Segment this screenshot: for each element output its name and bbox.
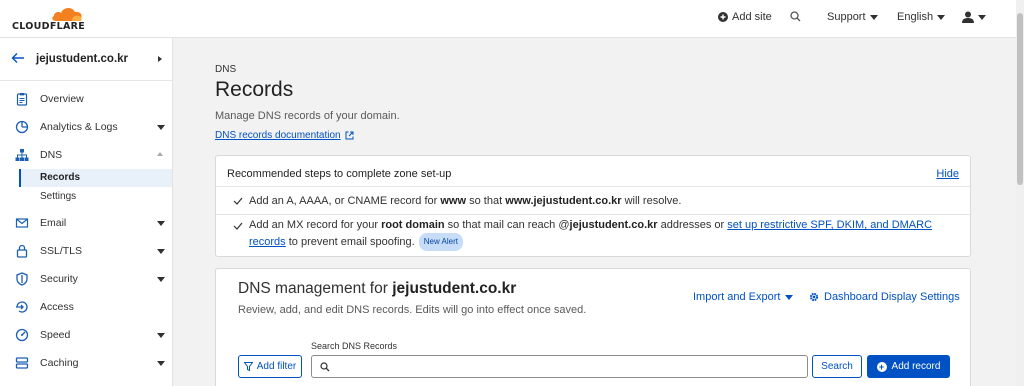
scrollbar-thumb[interactable]: [1017, 13, 1023, 185]
chevron-down-icon: [785, 294, 794, 300]
support-menu[interactable]: Support: [827, 11, 878, 23]
sidebar-item-label: Speed: [40, 329, 71, 341]
user-icon: [962, 11, 974, 23]
user-menu[interactable]: [962, 11, 986, 23]
sidebar: jejustudent.co.kr Overview Analytics & L…: [0, 38, 173, 386]
shield-icon: [16, 272, 28, 286]
breadcrumb: DNS: [215, 64, 237, 75]
sidebar-item-label: DNS: [40, 149, 63, 161]
logo-text: CLOUDFLARE: [12, 21, 86, 32]
chevron-down-icon: [937, 14, 946, 20]
speed-icon: [15, 328, 29, 342]
setup-step-mx: Add an MX record for your root domain so…: [216, 215, 970, 257]
setup-step-www: Add an A, AAAA, or CNAME record for www …: [216, 186, 970, 215]
sidebar-item-label: Caching: [40, 357, 79, 369]
sidebar-item-dns[interactable]: DNS: [0, 142, 172, 168]
add-filter-label: Add filter: [256, 361, 297, 372]
sidebar-item-ssl[interactable]: SSL/TLS: [0, 238, 172, 264]
top-bar: CLOUDFLARE Add site Support English: [0, 0, 1016, 38]
add-site-button[interactable]: Add site: [718, 11, 772, 23]
chevron-right-icon[interactable]: [158, 56, 162, 62]
hide-steps-link[interactable]: Hide: [936, 168, 959, 180]
dns-management-title: DNS management for jejustudent.co.kr: [238, 280, 517, 297]
sidebar-subitem-settings[interactable]: Settings: [19, 188, 172, 206]
chart-icon: [15, 120, 29, 134]
search-icon: [790, 11, 801, 22]
add-record-label: Add record: [891, 361, 941, 372]
import-export-label: Import and Export: [693, 291, 781, 303]
search-icon: [320, 362, 330, 372]
plus-circle-icon: +: [876, 361, 887, 372]
sidebar-subitem-label: Settings: [40, 191, 77, 202]
dns-management-card: DNS management for jejustudent.co.kr Rev…: [215, 268, 971, 386]
import-export-menu[interactable]: Import and Export: [693, 291, 794, 303]
language-label: English: [897, 11, 934, 23]
back-arrow-icon[interactable]: [11, 52, 25, 64]
chevron-down-icon: [157, 277, 165, 282]
zone-name: jejustudent.co.kr: [36, 53, 129, 65]
sidebar-item-speed[interactable]: Speed: [0, 322, 172, 348]
sidebar-item-label: Access: [40, 301, 74, 313]
add-record-button[interactable]: + Add record: [867, 355, 950, 378]
sidebar-item-overview[interactable]: Overview: [0, 86, 172, 112]
envelope-icon: [15, 218, 29, 228]
cloud-logo-icon: [52, 7, 82, 21]
chevron-down-icon: [157, 125, 165, 130]
sidebar-item-label: Overview: [40, 93, 84, 105]
sidebar-item-label: SSL/TLS: [40, 245, 83, 257]
language-menu[interactable]: English: [897, 11, 946, 23]
new-alert-badge: New Alert: [418, 233, 463, 251]
add-site-label: Add site: [732, 11, 772, 23]
page-scrollbar[interactable]: [1016, 0, 1024, 386]
clipboard-icon: [16, 93, 28, 106]
sidebar-item-analytics[interactable]: Analytics & Logs: [0, 114, 172, 140]
sidebar-subitem-label: Records: [40, 172, 81, 183]
sidebar-subitem-records[interactable]: Records: [19, 169, 172, 187]
page-title: Records: [215, 78, 294, 101]
search-records-label: Search DNS Records: [311, 341, 398, 351]
setup-steps-card: Recommended steps to complete zone set-u…: [215, 155, 971, 257]
chevron-down-icon: [157, 333, 165, 338]
check-icon: [233, 197, 243, 205]
zone-header[interactable]: jejustudent.co.kr: [0, 38, 173, 81]
network-icon: [15, 149, 29, 161]
cloudflare-logo[interactable]: CLOUDFLARE: [12, 4, 86, 34]
sidebar-item-caching[interactable]: Caching: [0, 350, 172, 376]
dns-docs-link-label: DNS records documentation: [215, 130, 341, 141]
plus-circle-icon: [718, 12, 728, 22]
chevron-down-icon: [157, 361, 165, 366]
sidebar-item-label: Email: [40, 217, 67, 229]
lock-icon: [16, 244, 28, 258]
display-settings-label: Dashboard Display Settings: [824, 291, 960, 303]
sidebar-item-email[interactable]: Email: [0, 210, 172, 236]
sidebar-item-access[interactable]: Access: [0, 294, 172, 320]
chevron-down-icon: [157, 249, 165, 254]
check-icon: [233, 222, 243, 230]
gear-icon: [809, 292, 819, 302]
search-records-input[interactable]: [311, 355, 808, 378]
dns-management-description: Review, add, and edit DNS records. Edits…: [238, 304, 587, 316]
add-filter-button[interactable]: Add filter: [238, 355, 302, 378]
chevron-down-icon: [157, 221, 165, 226]
support-label: Support: [827, 11, 866, 23]
chevron-down-icon: [978, 14, 986, 20]
search-button[interactable]: [790, 11, 801, 22]
dns-docs-link[interactable]: DNS records documentation: [215, 130, 354, 141]
sidebar-item-label: Security: [40, 273, 78, 285]
caching-icon: [15, 357, 29, 369]
setup-step-text: Add an A, AAAA, or CNAME record for www …: [249, 195, 682, 207]
sidebar-item-security[interactable]: Security: [0, 266, 172, 292]
setup-steps-title: Recommended steps to complete zone set-u…: [227, 168, 452, 180]
access-icon: [16, 301, 28, 313]
chevron-up-icon: [157, 152, 163, 156]
page-subtitle: Manage DNS records of your domain.: [215, 110, 400, 122]
filter-icon: [243, 362, 253, 371]
setup-step-text: Add an MX record for your root domain so…: [249, 217, 961, 251]
external-link-icon: [345, 131, 354, 140]
chevron-down-icon: [869, 14, 878, 20]
display-settings-link[interactable]: Dashboard Display Settings: [809, 291, 960, 303]
search-records-button[interactable]: Search: [812, 355, 862, 378]
sidebar-item-label: Analytics & Logs: [40, 121, 118, 133]
